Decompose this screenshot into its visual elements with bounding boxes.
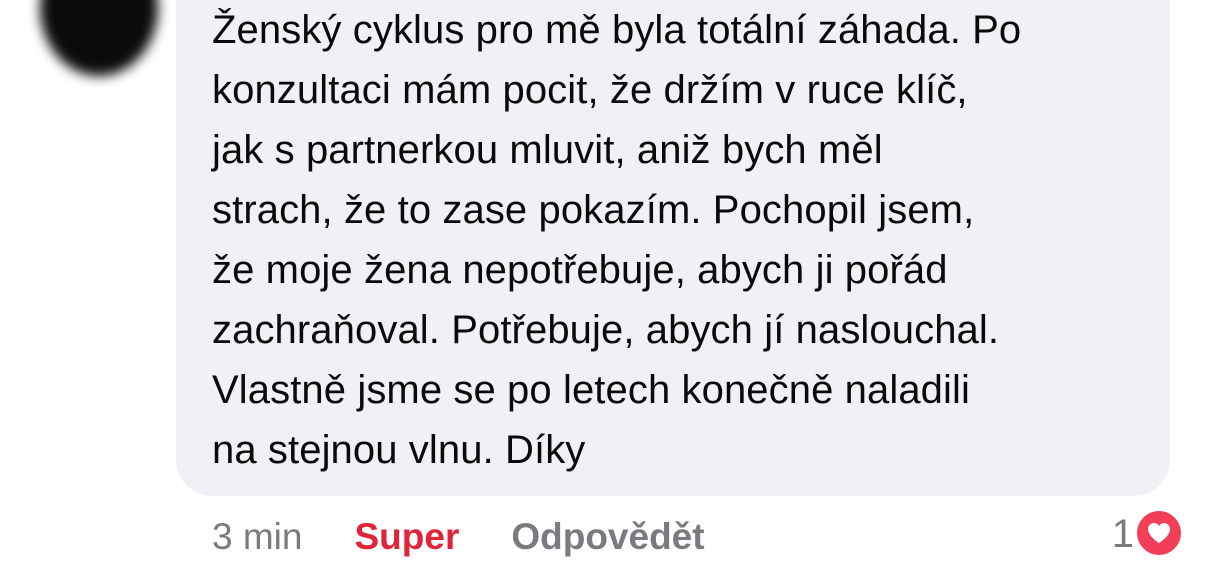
- heart-icon: [1148, 523, 1170, 543]
- heart-reaction-badge[interactable]: [1134, 508, 1184, 558]
- comment-line: Ženský cyklus pro mě byla totální záhada…: [212, 8, 1022, 52]
- comment-line: že moje žena nepotřebuje, abych ji pořád: [212, 248, 948, 292]
- comment-line: na stejnou vlnu. Díky: [212, 428, 586, 472]
- comment-line: strach, že to zase pokazím. Pochopil jse…: [212, 188, 975, 232]
- react-super-button[interactable]: Super: [354, 516, 459, 558]
- avatar[interactable]: [40, 0, 158, 76]
- comment-line: Vlastně jsme se po letech konečně naladi…: [212, 368, 970, 412]
- comment-timestamp: 3 min: [212, 516, 303, 557]
- reaction-count: 1: [1111, 512, 1134, 556]
- comment-line: jak s partnerkou mluvit, aniž bych měl: [212, 128, 883, 172]
- comment-line: zachraňoval. Potřebuje, abych jí naslouc…: [212, 308, 1000, 352]
- reply-button[interactable]: Odpovědět: [511, 516, 704, 558]
- comment-line: konzultaci mám pocit, že držím v ruce kl…: [212, 68, 968, 112]
- comment-text: Ženský cyklus pro mě byla totální záhada…: [212, 0, 1152, 480]
- comment-actions: 3 min Super Odpovědět: [212, 514, 705, 560]
